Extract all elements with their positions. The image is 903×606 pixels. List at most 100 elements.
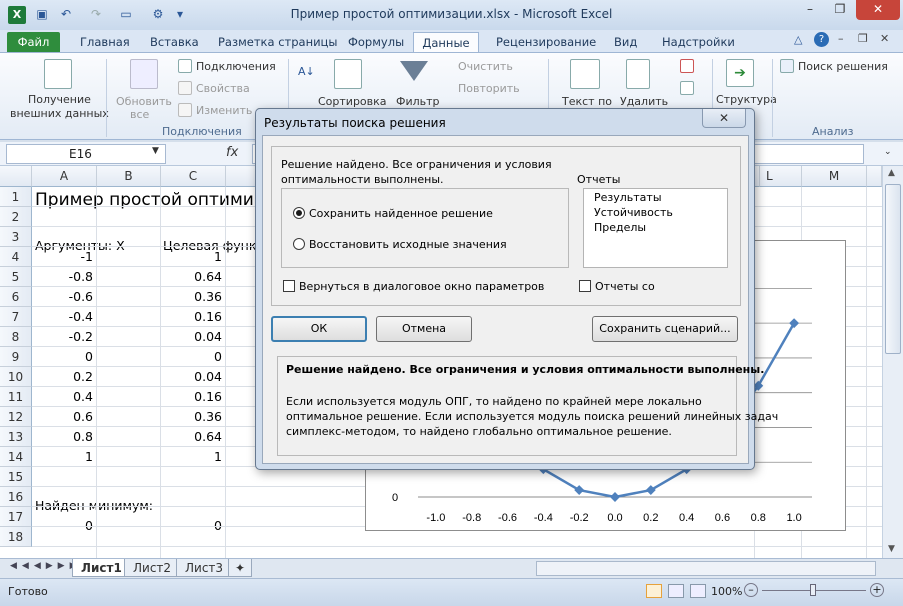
y-value-cell[interactable]: 0.04 [161, 367, 226, 387]
doc-restore-icon[interactable]: ❐ [858, 32, 868, 45]
help-icon[interactable]: ? [814, 32, 829, 47]
x-value-cell[interactable]: 1 [32, 447, 97, 467]
get-external-data-label-2[interactable]: внешних данных [10, 107, 109, 120]
zoom-level[interactable]: 100% [711, 585, 742, 598]
data-point[interactable] [574, 485, 585, 495]
row-header-18[interactable]: 18 [0, 527, 32, 547]
restore-values-radio[interactable] [293, 238, 305, 250]
tab-page-layout[interactable]: Разметка страницы [212, 32, 343, 52]
row-header-11[interactable]: 11 [0, 387, 32, 407]
reports-list[interactable]: Результаты Устойчивость Пределы [583, 188, 728, 268]
row-header-7[interactable]: 7 [0, 307, 32, 327]
y-value-cell[interactable]: 1 [161, 247, 226, 267]
y-value-cell[interactable]: 0.04 [161, 327, 226, 347]
report-item-sensitivity[interactable]: Устойчивость [594, 206, 673, 219]
tab-insert[interactable]: Вставка [144, 32, 205, 52]
column-header-c[interactable]: C [161, 166, 226, 187]
tab-file[interactable]: Файл [7, 32, 60, 52]
horizontal-scrollbar[interactable] [536, 561, 876, 576]
name-box[interactable]: E16 [6, 144, 166, 164]
row-header-14[interactable]: 14 [0, 447, 32, 467]
insert-sheet-icon[interactable]: ✦ [228, 559, 253, 577]
y-value-cell[interactable]: 0.64 [161, 267, 226, 287]
x-value-cell[interactable]: 0.4 [32, 387, 97, 407]
row-header-1[interactable]: 1 [0, 187, 32, 207]
get-external-data-label[interactable]: Получение [28, 93, 91, 106]
refresh-all-label[interactable]: Обновить [116, 95, 172, 108]
dialog-close-button[interactable]: ✕ [702, 109, 746, 128]
outline-button[interactable]: Структура [716, 93, 777, 106]
row-header-13[interactable]: 13 [0, 427, 32, 447]
restore-button[interactable]: ❐ [826, 0, 854, 20]
tab-home[interactable]: Главная [74, 32, 136, 52]
page-layout-view-icon[interactable] [668, 584, 684, 598]
column-header-b[interactable]: B [97, 166, 161, 187]
tab-data[interactable]: Данные [413, 32, 479, 52]
row-header-4[interactable]: 4 [0, 247, 32, 267]
consolidate-icon[interactable] [680, 81, 694, 95]
insert-function-button[interactable]: fx [226, 145, 238, 160]
scroll-up-icon[interactable]: ▲ [888, 168, 895, 178]
clear-filter-button[interactable]: Очистить [458, 60, 513, 73]
row-header-8[interactable]: 8 [0, 327, 32, 347]
y-value-cell[interactable]: 0.64 [161, 427, 226, 447]
keep-solution-label[interactable]: Сохранить найденное решение [309, 207, 493, 220]
zoom-slider-thumb[interactable] [810, 584, 816, 596]
restore-values-label[interactable]: Восстановить исходные значения [309, 238, 507, 251]
row-header-15[interactable]: 15 [0, 467, 32, 487]
x-value-cell[interactable]: 0.8 [32, 427, 97, 447]
zoom-out-icon[interactable]: – [744, 583, 758, 597]
row-header-16[interactable]: 16 [0, 487, 32, 507]
title-cell[interactable]: Пример простой оптими [35, 187, 254, 213]
y-value-cell[interactable]: 0 [161, 347, 226, 367]
refresh-all-label-2[interactable]: все [130, 108, 149, 121]
y-value-cell[interactable]: 0.16 [161, 387, 226, 407]
doc-minimize-icon[interactable]: – [838, 32, 844, 45]
sheet-tab-2[interactable]: Лист2 [124, 559, 181, 577]
properties-button[interactable]: Свойства [196, 82, 250, 95]
sheet-nav-icons[interactable]: ◀◀◀▶▶▶ [10, 561, 82, 571]
scroll-down-icon[interactable]: ▼ [888, 544, 895, 554]
y-value-cell[interactable]: 0.36 [161, 287, 226, 307]
x-value-cell[interactable]: -0.4 [32, 307, 97, 327]
normal-view-icon[interactable] [646, 584, 662, 598]
column-header-a[interactable]: A [32, 166, 97, 187]
y-value-cell[interactable]: 0.16 [161, 307, 226, 327]
row-header-9[interactable]: 9 [0, 347, 32, 367]
connections-button[interactable]: Подключения [196, 60, 276, 73]
return-to-params-checkbox[interactable] [283, 280, 295, 292]
tab-formulas[interactable]: Формулы [342, 32, 410, 52]
edit-links-button[interactable]: Изменить с [196, 104, 262, 117]
row-header-6[interactable]: 6 [0, 287, 32, 307]
page-break-view-icon[interactable] [690, 584, 706, 598]
x-value-cell[interactable]: 0 [32, 347, 97, 367]
data-point[interactable] [610, 492, 620, 502]
row-header-2[interactable]: 2 [0, 207, 32, 227]
column-header-n[interactable] [867, 166, 882, 187]
zoom-in-icon[interactable]: + [870, 583, 884, 597]
row-header-3[interactable]: 3 [0, 227, 32, 247]
keep-solution-radio[interactable] [293, 207, 305, 219]
data-validation-icon[interactable] [680, 59, 694, 73]
scroll-thumb[interactable] [885, 184, 901, 354]
cancel-button[interactable]: Отмена [376, 316, 472, 342]
row-header-17[interactable]: 17 [0, 507, 32, 527]
sheet-tab-1[interactable]: Лист1 [72, 559, 131, 577]
tab-review[interactable]: Рецензирование [490, 32, 602, 52]
outline-reports-checkbox[interactable] [579, 280, 591, 292]
text-to-columns-button[interactable]: Текст по [562, 95, 612, 108]
report-item-results[interactable]: Результаты [594, 191, 662, 204]
column-header-l[interactable]: L [760, 166, 802, 187]
row-header-10[interactable]: 10 [0, 367, 32, 387]
report-item-limits[interactable]: Пределы [594, 221, 646, 234]
tab-view[interactable]: Вид [608, 32, 643, 52]
x-value-cell[interactable]: -0.2 [32, 327, 97, 347]
y-value-cell[interactable]: 0.36 [161, 407, 226, 427]
remove-duplicates-button[interactable]: Удалить [620, 95, 668, 108]
column-header-m[interactable]: M [802, 166, 867, 187]
select-all-corner[interactable] [0, 166, 32, 187]
tab-addins[interactable]: Надстройки [656, 32, 741, 52]
column-header-d[interactable] [226, 166, 256, 187]
row-header-12[interactable]: 12 [0, 407, 32, 427]
outline-reports-label[interactable]: Отчеты со [595, 280, 655, 293]
